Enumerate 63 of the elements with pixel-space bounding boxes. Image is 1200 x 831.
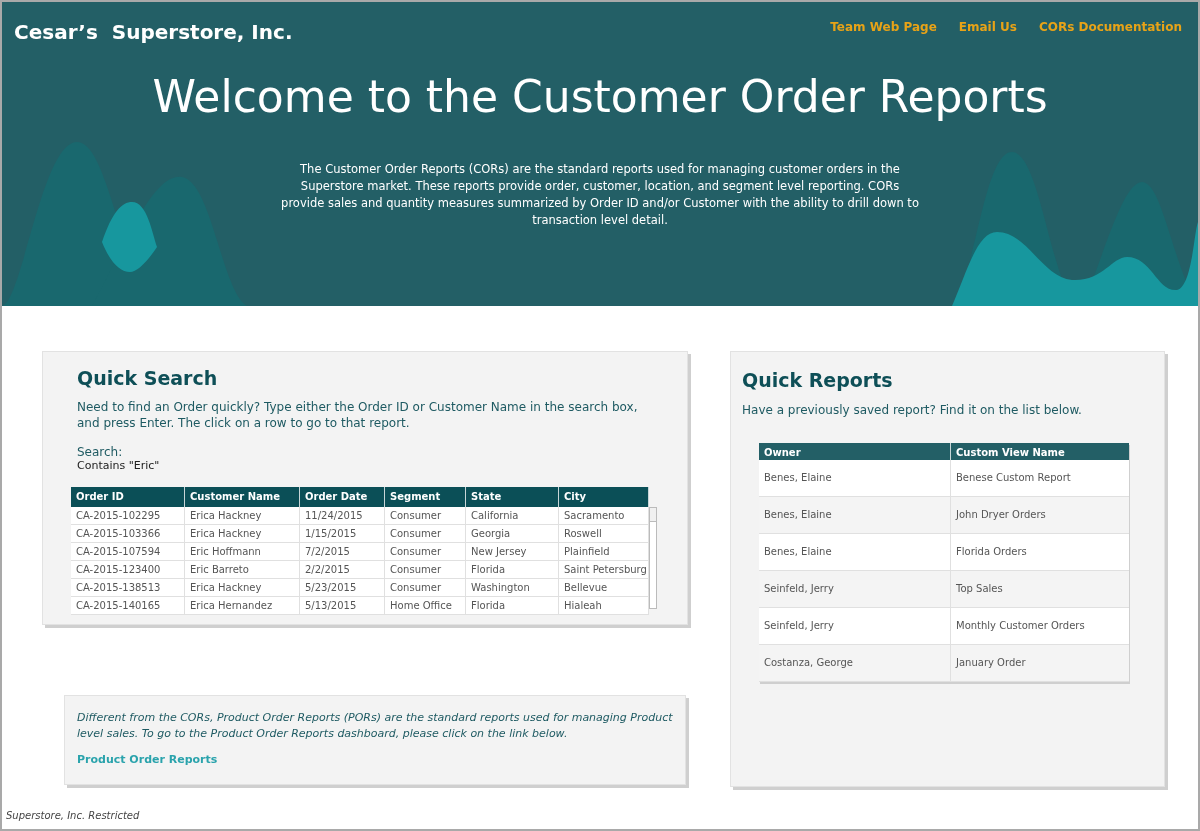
table-cell[interactable]: Florida Orders [951,533,1129,570]
table-cell[interactable]: Benese Custom Report [951,459,1129,496]
table-cell[interactable]: Seinfeld, Jerry [759,607,951,644]
table-cell[interactable]: CA-2015-102295 [71,506,185,524]
table-cell[interactable]: Erica Hackney [185,524,300,542]
table-cell[interactable]: Florida [466,596,559,614]
table-cell[interactable]: Eric Barreto [185,560,300,578]
column-header: State [466,486,559,507]
column-header: City [559,486,649,507]
table-cell[interactable]: 11/24/2015 [300,506,385,524]
table-cell[interactable]: CA-2015-107594 [71,542,185,560]
table-cell[interactable]: 7/2/2015 [300,542,385,560]
table-cell[interactable]: Georgia [466,524,559,542]
table-cell[interactable]: CA-2015-138513 [71,578,185,596]
table-cell[interactable]: 2/2/2015 [300,560,385,578]
section-description: Have a previously saved report? Find it on the list below. [742,401,1083,419]
table-cell[interactable]: Consumer [385,506,466,524]
table-cell[interactable]: January Order [951,644,1129,681]
table-cell[interactable]: 5/23/2015 [300,578,385,596]
table-cell[interactable]: Monthly Customer Orders [951,607,1129,644]
column-header: Customer Name [185,486,300,507]
table-cell[interactable]: New Jersey [466,542,559,560]
column-header: Custom View Name [955,445,1066,460]
table-cell[interactable]: Seinfeld, Jerry [759,570,951,607]
table-cell[interactable]: CA-2015-123400 [71,560,185,578]
column-header: Owner [759,442,951,460]
footer-note: Superstore, Inc. Restricted [5,809,141,823]
column-header: Order Date [300,486,385,507]
table-cell[interactable]: Erica Hackney [185,506,300,524]
table-cell[interactable]: 5/13/2015 [300,596,385,614]
table-cell[interactable]: Consumer [385,524,466,542]
table-cell[interactable]: Benes, Elaine [759,533,951,570]
table-cell[interactable]: CA-2015-103366 [71,524,185,542]
column-header: Segment [385,486,466,507]
search-label: Search: [77,444,124,459]
section-title: Quick Search [77,366,219,391]
table-cell[interactable]: 1/15/2015 [300,524,385,542]
brand-title: Cesar’s Superstore, Inc. [14,19,293,46]
table-cell[interactable]: California [466,506,559,524]
table-cell[interactable]: CA-2015-140165 [71,596,185,614]
table-cell[interactable]: Florida [466,560,559,578]
scrollbar-thumb[interactable] [650,507,656,522]
table-cell[interactable]: Benes, Elaine [759,459,951,496]
column-header: Order ID [71,486,185,507]
section-description: Need to find an Order quickly? Type either the Order ID or Customer Name in the search box, and press Enter. The click on a row to go to that report. [77,398,639,431]
table-cell[interactable]: Consumer [385,560,466,578]
table-cell[interactable]: Washington [466,578,559,596]
table-cell[interactable]: Eric Hoffmann [185,542,300,560]
table-cell[interactable]: Costanza, George [759,644,951,681]
table-cell[interactable]: Erica Hackney [185,578,300,596]
table-cell[interactable]: John Dryer Orders [951,496,1129,533]
note-paragraph: Different from the CORs, Product Order Reports (PORs) are the standard reports used for managing Product level sales. To go to the Product Order Reports dashboard, please click on the link below. [77,710,673,742]
page-title: Welcome to the Customer Order Reports [151,75,1049,119]
table-cell[interactable]: Consumer [385,542,466,560]
table-cell[interactable]: Benes, Elaine [759,496,951,533]
section-title: Quick Reports [742,368,894,393]
scrollbar[interactable] [649,506,657,609]
table-cell[interactable]: Top Sales [951,570,1129,607]
search-filter-value[interactable]: Contains "Eric" [77,458,657,473]
table-cell[interactable]: Home Office [385,596,466,614]
table-cell[interactable]: Consumer [385,578,466,596]
intro-paragraph: The Customer Order Reports (CORs) are the standard reports used for managing customer orders in the Superstore market. These reports provide order, customer, location, and segment level reporting. CORs provide sales and quantity measures summarized by Order ID and/or Customer with the ability to drill down to transaction level detail. [280,161,920,229]
table-cell[interactable]: Erica Hernandez [185,596,300,614]
